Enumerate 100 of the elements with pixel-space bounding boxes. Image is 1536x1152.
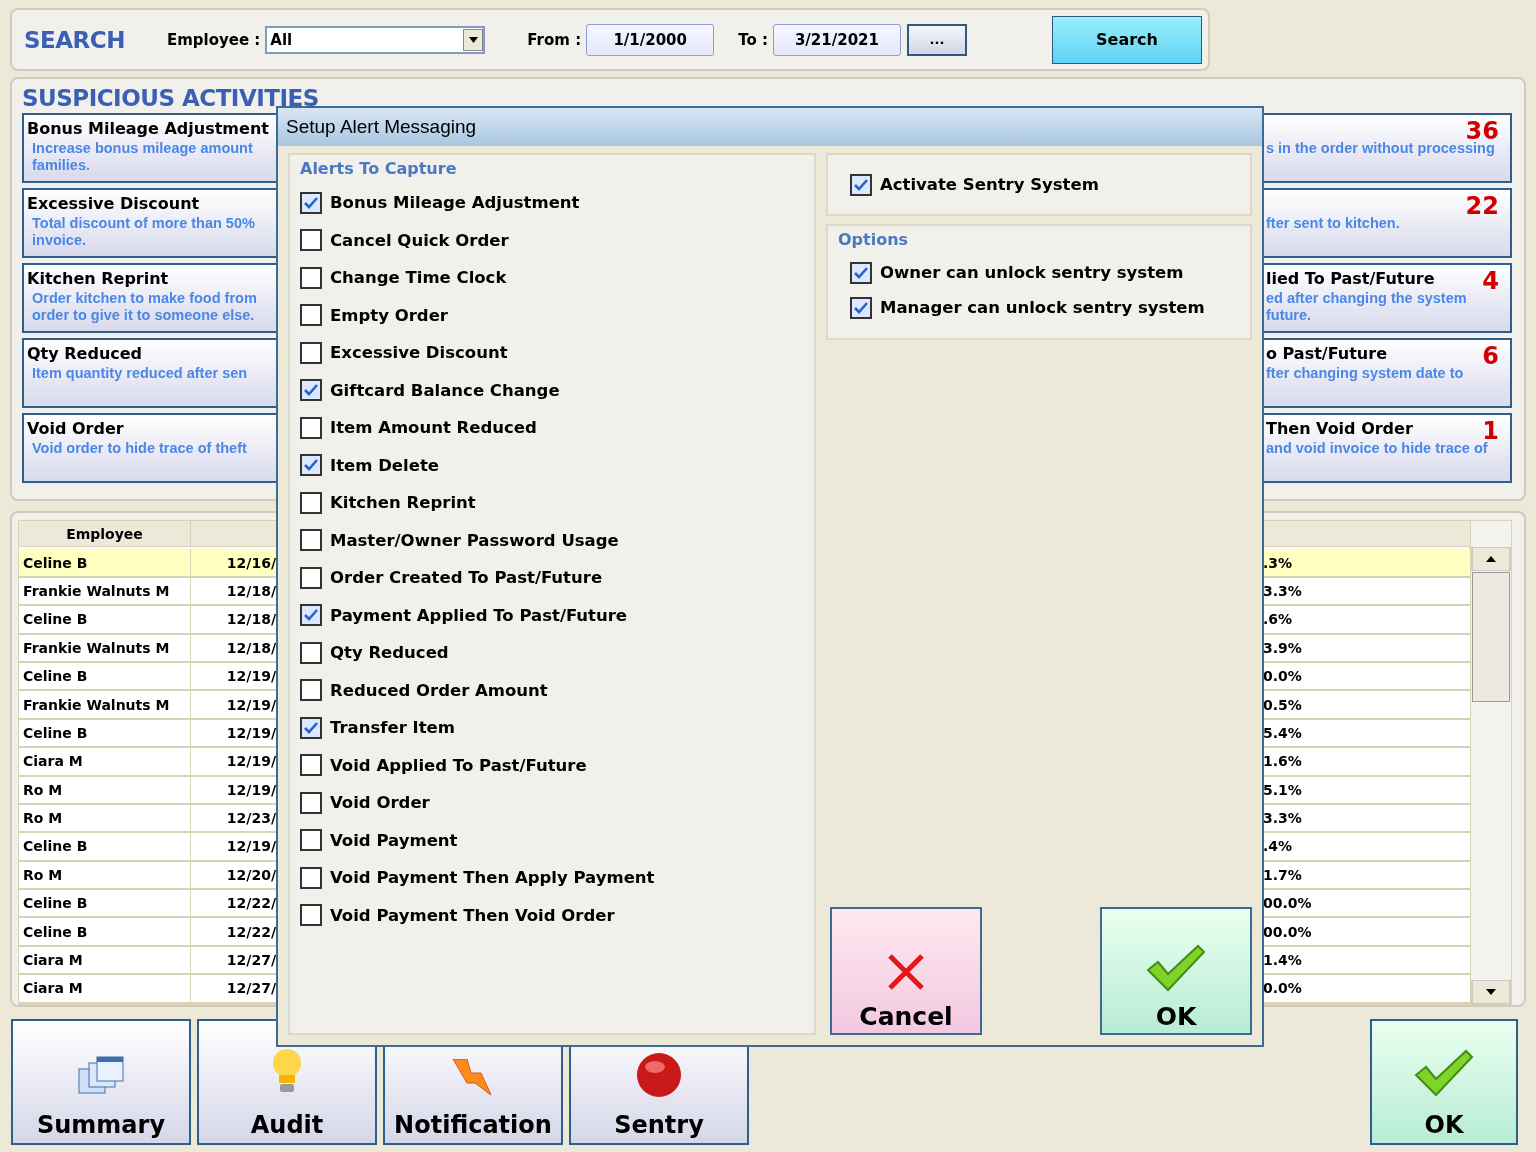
checkmark-icon (1414, 1049, 1474, 1097)
checkbox[interactable] (300, 866, 322, 889)
column-header[interactable]: Employee (19, 521, 191, 547)
table-cell[interactable]: Celine B (19, 606, 191, 635)
table-cell[interactable]: Frankie Walnuts M (19, 577, 191, 607)
checkbox-label: Activate Sentry System (880, 175, 1099, 194)
checkbox[interactable] (850, 173, 872, 196)
checkbox[interactable] (300, 341, 322, 364)
checkbox-row[interactable]: Void Applied To Past/Future (300, 746, 804, 784)
checkbox[interactable] (300, 641, 322, 664)
card-description: invoice. (31, 232, 86, 249)
card-description: order to give it to someone else. (31, 307, 255, 324)
vertical-scrollbar[interactable] (1470, 520, 1512, 1005)
checkbox-row[interactable]: Cancel Quick Order (300, 221, 804, 259)
checkbox[interactable] (300, 416, 322, 439)
table-cell[interactable]: Ro M (19, 861, 191, 891)
card-description: s in the order without processing (1266, 140, 1495, 157)
checkbox[interactable] (300, 491, 322, 514)
table-cell[interactable]: Frankie Walnuts M (19, 691, 191, 720)
nav-button[interactable]: Summary (11, 1019, 191, 1145)
checkbox[interactable] (300, 229, 322, 252)
checkbox-label: Transfer Item (330, 718, 455, 738)
checkbox[interactable] (300, 454, 322, 477)
table-cell: 00.0% (1263, 890, 1471, 919)
checkbox[interactable] (300, 904, 322, 927)
checkbox-row[interactable]: Activate Sentry System (850, 169, 1099, 200)
card-description: Total discount of more than 50% (31, 215, 255, 232)
checkbox-row[interactable]: Qty Reduced (300, 634, 804, 672)
table-cell[interactable]: Celine B (19, 662, 191, 692)
checkbox-row[interactable]: Item Delete (300, 446, 804, 484)
checkbox-row[interactable]: Void Payment (300, 821, 804, 859)
date-field[interactable]: 3/21/2021 (772, 23, 901, 56)
checkbox-row[interactable]: Giftcard Balance Change (300, 371, 804, 409)
checkbox-label: Empty Order (330, 305, 448, 325)
table-cell[interactable]: Ro M (19, 804, 191, 834)
checkbox[interactable] (300, 529, 322, 552)
checkbox-row[interactable]: Payment Applied To Past/Future (300, 596, 804, 634)
checkbox-row[interactable]: Reduced Order Amount (300, 671, 804, 709)
table-cell: .3% (1263, 549, 1471, 578)
checkbox[interactable] (300, 379, 322, 402)
checkbox-row[interactable]: Master/Owner Password Usage (300, 521, 804, 559)
checkbox-label: Void Applied To Past/Future (330, 755, 587, 775)
ok-button[interactable]: OK (1370, 1019, 1518, 1145)
checkbox[interactable] (300, 604, 322, 627)
checkbox[interactable] (300, 266, 322, 289)
checkbox[interactable] (300, 754, 322, 777)
checkbox-row[interactable]: Void Payment Then Void Order (300, 896, 804, 934)
checkbox-label: Reduced Order Amount (330, 680, 548, 700)
checkbox-row[interactable]: Excessive Discount (300, 334, 804, 372)
table-cell: 3.3% (1263, 804, 1471, 834)
date-field[interactable]: 1/1/2000 (586, 23, 715, 56)
check-icon (853, 265, 869, 280)
checkbox-row[interactable]: Empty Order (300, 296, 804, 334)
table-cell[interactable]: Ciara M (19, 748, 191, 777)
checkbox-label: Void Payment (330, 830, 458, 850)
cancel-button[interactable]: Cancel (830, 907, 982, 1035)
checkbox[interactable] (300, 679, 322, 702)
checkbox-label: Manager can unlock sentry system (880, 298, 1205, 317)
checkbox-row[interactable]: Item Amount Reduced (300, 409, 804, 447)
employee-dropdown[interactable]: All (265, 25, 486, 54)
table-cell[interactable]: Celine B (19, 833, 191, 862)
scroll-up-icon[interactable] (1471, 547, 1511, 571)
search-button[interactable]: Search (1052, 15, 1202, 64)
field-label: To : (738, 30, 768, 49)
checkbox-label: Master/Owner Password Usage (330, 530, 619, 550)
checkbox-row[interactable]: Bonus Mileage Adjustment (300, 184, 804, 222)
ok-button[interactable]: OK (1100, 907, 1252, 1035)
checkbox[interactable] (300, 191, 322, 214)
checkbox-row[interactable]: Void Order (300, 784, 804, 822)
checkbox-label: Excessive Discount (330, 343, 508, 363)
card-title: o Past/Future (1266, 343, 1387, 365)
checkbox-row[interactable]: Transfer Item (300, 709, 804, 747)
table-cell[interactable]: Celine B (19, 719, 191, 749)
table-cell[interactable]: Ro M (19, 776, 191, 805)
scroll-down-icon[interactable] (1471, 980, 1511, 1004)
checkbox-row[interactable]: Manager can unlock sentry system (850, 290, 1240, 325)
table-cell[interactable]: Celine B (19, 918, 191, 947)
date-picker-button[interactable]: ... (906, 23, 967, 56)
card-description: Void order to hide trace of theft (31, 440, 247, 457)
card-title: Bonus Mileage Adjustment (27, 118, 269, 140)
checkbox[interactable] (300, 304, 322, 327)
checkbox[interactable] (850, 296, 872, 319)
table-cell[interactable]: Ciara M (19, 946, 191, 976)
table-cell[interactable]: Ciara M (19, 975, 191, 1004)
table-cell: .4% (1263, 833, 1471, 862)
checkbox[interactable] (850, 261, 872, 284)
checkbox[interactable] (300, 566, 322, 589)
table-cell[interactable]: Celine B (19, 890, 191, 919)
checkbox[interactable] (300, 791, 322, 814)
table-cell[interactable]: Celine B (19, 549, 191, 578)
checkbox[interactable] (300, 716, 322, 739)
checkbox-row[interactable]: Owner can unlock sentry system (850, 255, 1240, 290)
scrollbar-thumb[interactable] (1472, 572, 1510, 702)
checkbox-row[interactable]: Change Time Clock (300, 259, 804, 297)
table-cell[interactable]: Frankie Walnuts M (19, 634, 191, 663)
checkbox[interactable] (300, 829, 322, 852)
check-icon (303, 458, 319, 473)
checkbox-row[interactable]: Void Payment Then Apply Payment (300, 859, 804, 897)
checkbox-row[interactable]: Kitchen Reprint (300, 484, 804, 522)
checkbox-row[interactable]: Order Created To Past/Future (300, 559, 804, 597)
